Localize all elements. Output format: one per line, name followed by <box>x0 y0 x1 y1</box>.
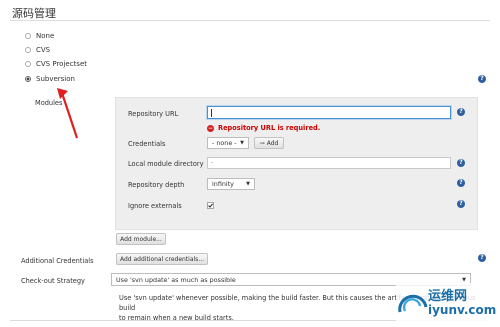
scm-option-none[interactable]: None <box>25 30 54 41</box>
radio-cvs[interactable] <box>25 46 31 53</box>
scm-option-cvs[interactable]: CVS <box>25 44 50 55</box>
help-additional-credentials-icon[interactable]: ? <box>478 254 486 262</box>
help-ignore-externals-icon[interactable]: ? <box>457 200 465 208</box>
radio-cvs-projectset[interactable] <box>25 60 31 67</box>
ignore-externals-checkbox[interactable] <box>207 202 214 209</box>
repository-url-input[interactable] <box>207 106 451 119</box>
repository-url-label: Repository URL <box>128 110 179 118</box>
credentials-select[interactable]: - none - ▼ <box>207 137 249 149</box>
modules-label: Modules <box>35 99 63 107</box>
checkout-strategy-label: Check-out Strategy <box>21 277 85 285</box>
watermark-logo <box>398 294 428 313</box>
scm-option-subversion[interactable]: Subversion <box>25 73 75 84</box>
ignore-externals-label: Ignore externals <box>128 202 182 210</box>
error-icon: − <box>207 124 214 132</box>
chevron-down-icon: ▼ <box>246 181 250 187</box>
add-credentials-button[interactable]: ⊸ Add <box>254 137 284 149</box>
section-title: 源码管理 <box>12 7 56 20</box>
local-module-directory-label: Local module directory <box>128 160 204 168</box>
credentials-label: Credentials <box>128 140 166 148</box>
watermark-url: iyunv.com <box>428 303 497 317</box>
radio-subversion[interactable] <box>25 75 31 82</box>
add-module-button[interactable]: Add module... <box>116 233 166 245</box>
annotation-arrow <box>57 88 79 139</box>
chevron-down-icon: ▼ <box>462 276 466 283</box>
additional-credentials-label: Additional Credentials <box>21 257 94 265</box>
local-module-directory-input[interactable]: . <box>207 157 451 169</box>
repository-depth-label: Repository depth <box>128 181 185 189</box>
text-cursor <box>211 109 212 117</box>
scm-option-cvs-projectset[interactable]: CVS Projectset <box>25 58 87 69</box>
help-local-directory-icon[interactable]: ? <box>457 159 465 167</box>
chevron-down-icon: ▼ <box>240 140 244 146</box>
radio-none[interactable] <box>25 32 31 39</box>
key-icon: ⊸ <box>259 139 265 147</box>
add-additional-credentials-button[interactable]: Add additional credentials... <box>116 253 208 265</box>
help-subversion-icon[interactable]: ? <box>478 75 486 83</box>
watermark-cn: 运维网 <box>428 289 468 304</box>
help-repository-url-icon[interactable]: ? <box>457 108 465 116</box>
divider <box>10 20 490 21</box>
repository-url-error: − Repository URL is required. <box>207 124 321 132</box>
help-repository-depth-icon[interactable]: ? <box>457 179 465 187</box>
watermark: 运维网 iyunv.com <box>396 283 496 325</box>
repository-depth-select[interactable]: infinity ▼ <box>207 178 255 190</box>
